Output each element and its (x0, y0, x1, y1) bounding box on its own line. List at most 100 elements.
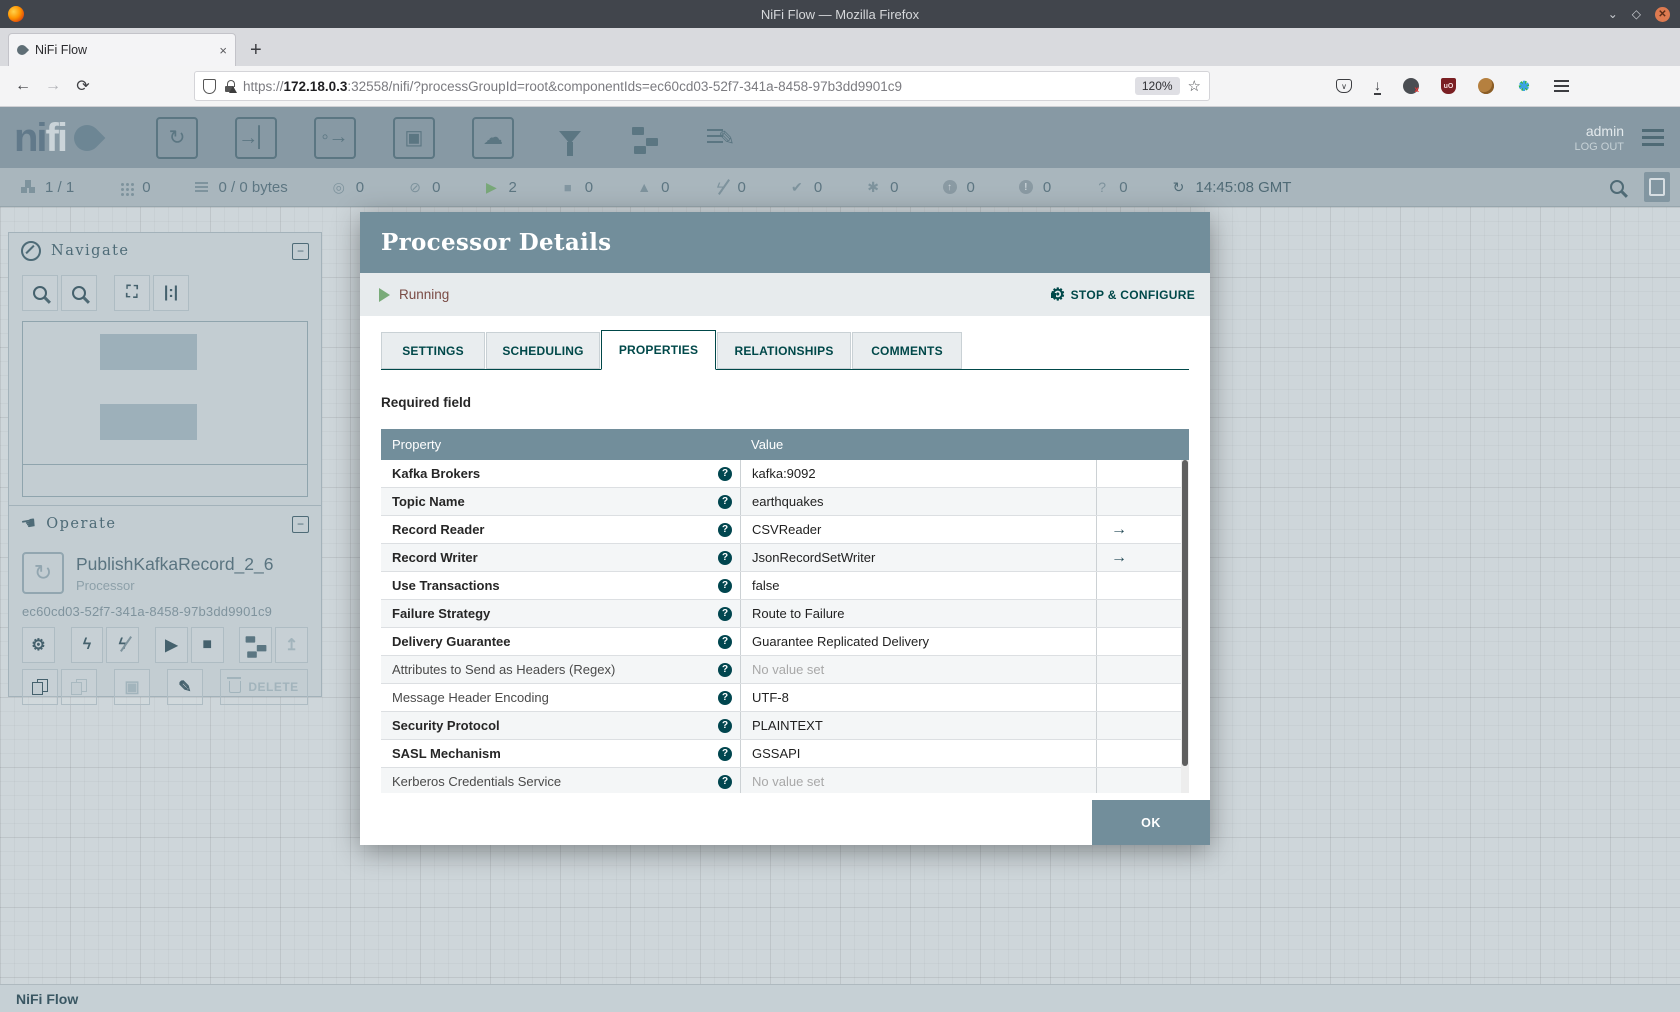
property-row[interactable]: Message Header Encoding? UTF-8 (381, 684, 1189, 712)
property-value[interactable]: CSVReader (740, 516, 1096, 543)
help-icon[interactable]: ? (718, 522, 732, 537)
help-icon[interactable]: ? (718, 494, 732, 509)
property-value[interactable]: Guarantee Replicated Delivery (740, 628, 1096, 655)
refresh-icon[interactable]: ↻ (1171, 179, 1187, 195)
tab-scheduling[interactable]: SCHEDULING (486, 332, 600, 369)
zoom-in-button[interactable] (22, 275, 58, 311)
property-row[interactable]: Security Protocol? PLAINTEXT (381, 712, 1189, 740)
zoom-fit-button[interactable]: ⛶ (114, 275, 150, 311)
enable-button[interactable]: ϟ (70, 627, 104, 663)
collapse-navigate-icon[interactable]: − (292, 242, 309, 260)
property-value[interactable]: PLAINTEXT (740, 712, 1096, 739)
back-button[interactable]: ← (8, 77, 38, 95)
goto-service-icon[interactable]: → (1111, 521, 1127, 538)
help-icon[interactable]: ? (718, 578, 732, 593)
help-icon[interactable]: ? (718, 662, 732, 677)
help-icon[interactable]: ? (718, 606, 732, 621)
forward-button[interactable]: → (38, 77, 68, 95)
extension-colorful-icon[interactable]: ✱ ✱ (1516, 76, 1533, 95)
stop-button[interactable]: ■ (190, 627, 224, 663)
property-value[interactable]: kafka:9092 (740, 460, 1096, 487)
property-row[interactable]: Use Transactions? false (381, 572, 1189, 600)
zoom-level-badge[interactable]: 120% (1134, 77, 1180, 95)
property-value[interactable]: Route to Failure (740, 600, 1096, 627)
help-icon[interactable]: ? (718, 718, 732, 733)
group-button[interactable]: ▣ (114, 669, 150, 705)
tab-settings[interactable]: SETTINGS (381, 332, 485, 369)
flow-settings-icon[interactable] (1644, 172, 1670, 202)
extension-privacy-icon[interactable]: x (1403, 78, 1419, 94)
extension-cookie-icon[interactable] (1478, 78, 1494, 94)
disable-button[interactable]: ϟ (106, 627, 140, 663)
close-icon[interactable]: ✕ (1655, 6, 1670, 22)
processor-component-icon[interactable]: ↻ (155, 116, 198, 159)
property-value[interactable]: earthquakes (740, 488, 1096, 515)
change-color-button[interactable]: ✎ (167, 669, 203, 705)
zoom-actual-button[interactable]: |:| (153, 275, 189, 311)
property-value[interactable]: No value set (740, 656, 1096, 683)
lock-warning-icon[interactable] (224, 80, 237, 93)
table-scrollbar[interactable] (1181, 460, 1189, 793)
template-component-icon[interactable] (626, 119, 664, 157)
property-row[interactable]: Failure Strategy? Route to Failure (381, 600, 1189, 628)
collapse-operate-icon[interactable]: − (292, 515, 309, 533)
breadcrumb[interactable]: NiFi Flow (0, 984, 1680, 1012)
property-row[interactable]: Attributes to Send as Headers (Regex)? No… (381, 656, 1189, 684)
logout-link[interactable]: LOG OUT (1574, 141, 1624, 153)
help-icon[interactable]: ? (718, 746, 732, 761)
tab-close-icon[interactable]: × (219, 43, 227, 58)
property-row[interactable]: Record Reader? CSVReader → (381, 516, 1189, 544)
new-tab-button[interactable]: + (250, 39, 262, 66)
upload-template-button[interactable]: ↥ (275, 627, 308, 663)
help-icon[interactable]: ? (718, 634, 732, 649)
property-value[interactable]: UTF-8 (740, 684, 1096, 711)
help-icon[interactable]: ? (718, 690, 732, 705)
search-icon[interactable] (1610, 180, 1624, 194)
copy-button[interactable] (22, 669, 58, 705)
property-value[interactable]: false (740, 572, 1096, 599)
browser-tab[interactable]: NiFi Flow × (8, 33, 236, 66)
output-port-component-icon[interactable]: ◦→ (313, 116, 356, 159)
property-value[interactable]: No value set (740, 768, 1096, 793)
tab-relationships[interactable]: RELATIONSHIPS (717, 332, 851, 369)
tracking-shield-icon[interactable] (203, 78, 216, 94)
property-row[interactable]: Kafka Brokers? kafka:9092 (381, 460, 1189, 488)
reload-button[interactable]: ⟳ (68, 76, 98, 96)
scrollbar-thumb[interactable] (1182, 460, 1188, 767)
global-menu-icon[interactable] (1642, 129, 1664, 132)
url-text[interactable]: https://172.18.0.3:32558/nifi/?processGr… (243, 79, 1127, 94)
delete-button[interactable]: DELETE (220, 669, 308, 705)
url-bar[interactable]: https://172.18.0.3:32558/nifi/?processGr… (194, 71, 1210, 101)
label-component-icon[interactable] (701, 119, 739, 157)
property-row[interactable]: Kerberos Credentials Service? No value se… (381, 768, 1189, 793)
zoom-out-button[interactable] (61, 275, 97, 311)
property-row[interactable]: SASL Mechanism? GSSAPI (381, 740, 1189, 768)
stop-and-configure-button[interactable]: ⚙ STOP & CONFIGURE (1050, 286, 1195, 303)
tab-properties[interactable]: PROPERTIES (601, 330, 716, 370)
bookmark-star-icon[interactable]: ☆ (1188, 77, 1201, 95)
property-row[interactable]: Topic Name? earthquakes (381, 488, 1189, 516)
downloads-icon[interactable]: ↓ (1374, 78, 1381, 95)
property-value[interactable]: GSSAPI (740, 740, 1096, 767)
remote-process-group-component-icon[interactable]: ☁ (471, 116, 514, 159)
configure-button[interactable]: ⚙ (22, 627, 55, 663)
menu-icon[interactable] (1554, 80, 1569, 82)
process-group-component-icon[interactable]: ▣ (392, 116, 435, 159)
create-template-button[interactable] (239, 627, 273, 663)
start-button[interactable]: ▶ (155, 627, 188, 663)
help-icon[interactable]: ? (718, 466, 732, 481)
input-port-component-icon[interactable]: →▏ (234, 116, 277, 159)
breadcrumb-root[interactable]: NiFi Flow (16, 991, 78, 1007)
tab-comments[interactable]: COMMENTS (852, 332, 962, 369)
minimize-icon[interactable]: ⌄ (1608, 8, 1618, 20)
extension-ublock-icon[interactable]: uO (1441, 78, 1456, 94)
help-icon[interactable]: ? (718, 774, 732, 789)
pocket-icon[interactable]: ∨ (1336, 79, 1352, 93)
funnel-component-icon[interactable] (551, 119, 589, 157)
ok-button[interactable]: OK (1092, 800, 1210, 845)
goto-service-icon[interactable]: → (1111, 549, 1127, 566)
property-row[interactable]: Record Writer? JsonRecordSetWriter → (381, 544, 1189, 572)
property-value[interactable]: JsonRecordSetWriter (740, 544, 1096, 571)
help-icon[interactable]: ? (718, 550, 732, 565)
property-row[interactable]: Delivery Guarantee? Guarantee Replicated … (381, 628, 1189, 656)
